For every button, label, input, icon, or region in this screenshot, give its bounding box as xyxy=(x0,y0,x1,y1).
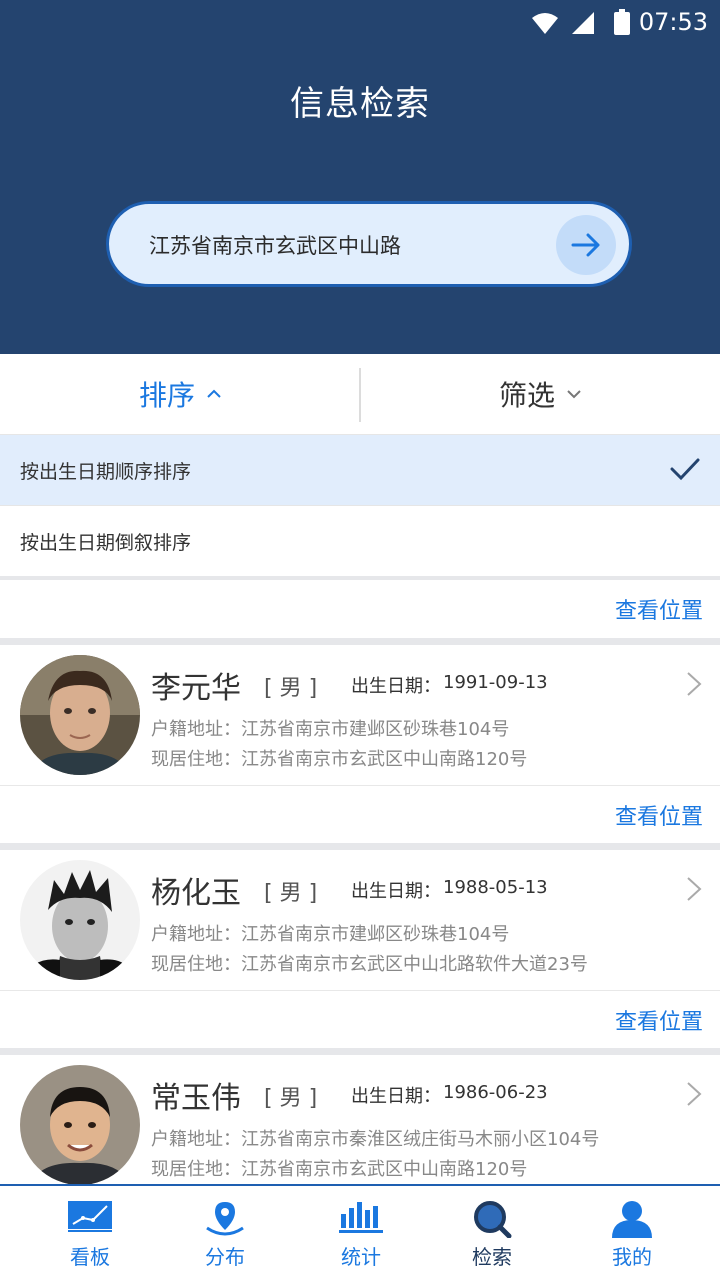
hukou-value: 江苏省南京市建邺区砂珠巷104号 xyxy=(241,924,510,945)
residence-value: 江苏省南京市玄武区中山南路120号 xyxy=(241,1159,528,1180)
avatar xyxy=(20,1065,140,1184)
result-card[interactable]: 常玉伟 [ 男 ] 出生日期： 1986-06-23 户籍地址：江苏省南京市秦淮… xyxy=(0,1055,720,1184)
card-footer: 查看位置 xyxy=(0,785,720,843)
dashboard-icon xyxy=(68,1201,112,1232)
search-icon xyxy=(474,1201,512,1238)
nav-label: 看板 xyxy=(70,1245,110,1269)
result-card: 查看位置 xyxy=(0,580,720,638)
tab-filter[interactable]: 筛选 xyxy=(360,354,720,434)
tab-sort[interactable]: 排序 xyxy=(0,354,360,434)
signal-icon xyxy=(572,12,594,34)
sort-option-label: 按出生日期倒叙排序 xyxy=(20,531,192,554)
birth-label: 出生日期： xyxy=(351,676,441,697)
hukou-label: 户籍地址： xyxy=(151,719,241,740)
residence-label: 现居住地： xyxy=(151,1159,241,1180)
sort-option-descending[interactable]: 按出生日期倒叙排序 xyxy=(0,505,720,576)
battery-icon xyxy=(614,9,630,35)
hukou-label: 户籍地址： xyxy=(151,1129,241,1150)
location-pin-icon xyxy=(206,1202,244,1236)
chevron-up-icon xyxy=(207,389,221,398)
residence-address: 现居住地：江苏省南京市玄武区中山南路120号 xyxy=(151,745,527,771)
birth-date: 1986-06-23 xyxy=(443,1082,548,1103)
hukou-value: 江苏省南京市建邺区砂珠巷104号 xyxy=(241,719,510,740)
arrow-right-icon xyxy=(571,233,600,257)
birth-label: 出生日期： xyxy=(351,1086,441,1107)
person-gender: [ 男 ] xyxy=(264,1086,318,1111)
person-row[interactable]: 李元华 [ 男 ] 出生日期： 1991-09-13 户籍地址：江苏省南京市建邺… xyxy=(0,645,720,785)
search-input-value[interactable]: 江苏省南京市玄武区中山路 xyxy=(149,230,401,260)
person-gender: [ 男 ] xyxy=(264,676,318,701)
nav-item-search[interactable]: 检索 xyxy=(432,1186,552,1280)
person-name: 常玉伟 xyxy=(151,1081,241,1116)
hukou-label: 户籍地址： xyxy=(151,924,241,945)
view-location-link[interactable]: 查看位置 xyxy=(615,799,703,831)
residence-label: 现居住地： xyxy=(151,749,241,770)
nav-item-dashboard[interactable]: 看板 xyxy=(30,1186,150,1280)
chevron-right-icon[interactable] xyxy=(686,876,702,902)
residence-label: 现居住地： xyxy=(151,954,241,975)
nav-label: 统计 xyxy=(341,1245,381,1269)
checkmark-icon xyxy=(670,458,700,481)
bottom-nav: 看板 分布 统计 检索 我的 xyxy=(0,1184,720,1280)
nav-item-profile[interactable]: 我的 xyxy=(572,1186,692,1280)
chevron-right-icon[interactable] xyxy=(686,671,702,697)
person-name: 李元华 xyxy=(151,671,241,706)
hukou-address: 户籍地址：江苏省南京市建邺区砂珠巷104号 xyxy=(151,920,509,946)
status-time: 07:53 xyxy=(638,8,708,36)
bar-chart-icon xyxy=(339,1202,383,1233)
birth-label: 出生日期： xyxy=(351,881,441,902)
result-card[interactable]: 李元华 [ 男 ] 出生日期： 1991-09-13 户籍地址：江苏省南京市建邺… xyxy=(0,645,720,843)
card-footer: 查看位置 xyxy=(0,580,720,638)
tab-filter-label: 筛选 xyxy=(498,379,555,412)
page-title: 信息检索 xyxy=(290,84,430,124)
view-location-link[interactable]: 查看位置 xyxy=(615,593,703,625)
avatar xyxy=(20,655,140,775)
avatar xyxy=(20,860,140,980)
sort-dropdown: 按出生日期顺序排序 按出生日期倒叙排序 xyxy=(0,434,720,576)
chevron-right-icon[interactable] xyxy=(686,1081,702,1107)
user-icon xyxy=(612,1201,652,1238)
residence-value: 江苏省南京市玄武区中山北路软件大道23号 xyxy=(241,954,588,975)
nav-label: 分布 xyxy=(205,1245,245,1269)
chevron-down-icon xyxy=(567,390,581,399)
tab-sort-label: 排序 xyxy=(138,379,195,412)
birth-date: 1988-05-13 xyxy=(443,877,548,898)
card-footer: 查看位置 xyxy=(0,990,720,1048)
person-row[interactable]: 常玉伟 [ 男 ] 出生日期： 1986-06-23 户籍地址：江苏省南京市秦淮… xyxy=(0,1055,720,1184)
hukou-value: 江苏省南京市秦淮区绒庄街马木丽小区104号 xyxy=(241,1129,600,1150)
person-name: 杨化玉 xyxy=(151,876,241,911)
nav-item-statistics[interactable]: 统计 xyxy=(301,1186,421,1280)
search-submit-button[interactable] xyxy=(556,215,616,275)
residence-address: 现居住地：江苏省南京市玄武区中山北路软件大道23号 xyxy=(151,950,588,976)
person-gender: [ 男 ] xyxy=(264,881,318,906)
sort-option-ascending[interactable]: 按出生日期顺序排序 xyxy=(0,434,720,505)
hukou-address: 户籍地址：江苏省南京市建邺区砂珠巷104号 xyxy=(151,715,509,741)
nav-label: 我的 xyxy=(612,1245,652,1269)
hukou-address: 户籍地址：江苏省南京市秦淮区绒庄街马木丽小区104号 xyxy=(151,1125,599,1151)
residence-address: 现居住地：江苏省南京市玄武区中山南路120号 xyxy=(151,1155,527,1181)
birth-date: 1991-09-13 xyxy=(443,672,548,693)
app-header: 07:53 信息检索 江苏省南京市玄武区中山路 xyxy=(0,0,720,354)
person-row[interactable]: 杨化玉 [ 男 ] 出生日期： 1988-05-13 户籍地址：江苏省南京市建邺… xyxy=(0,850,720,990)
search-field[interactable]: 江苏省南京市玄武区中山路 xyxy=(106,201,632,287)
wifi-icon xyxy=(532,13,558,34)
result-card[interactable]: 杨化玉 [ 男 ] 出生日期： 1988-05-13 户籍地址：江苏省南京市建邺… xyxy=(0,850,720,1048)
nav-label: 检索 xyxy=(472,1245,512,1269)
status-bar: 07:53 xyxy=(0,0,720,48)
sort-filter-bar: 排序 筛选 xyxy=(0,354,720,434)
sort-option-label: 按出生日期顺序排序 xyxy=(20,460,192,483)
nav-item-distribution[interactable]: 分布 xyxy=(165,1186,285,1280)
view-location-link[interactable]: 查看位置 xyxy=(615,1004,703,1036)
residence-value: 江苏省南京市玄武区中山南路120号 xyxy=(241,749,528,770)
